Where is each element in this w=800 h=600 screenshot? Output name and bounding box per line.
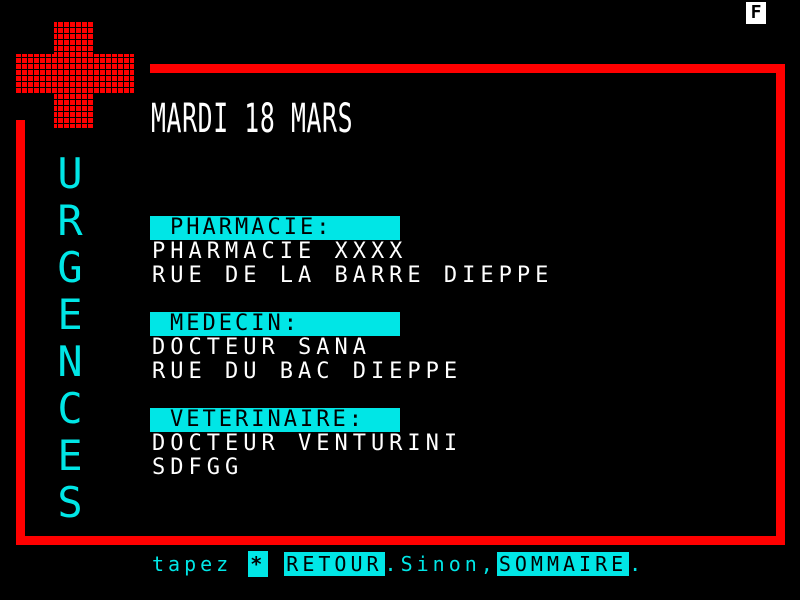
pharmacie-label: PHARMACIE: <box>150 216 400 240</box>
date-heading: MARDI 18 MARS <box>151 96 354 142</box>
veterinaire-label: VETERINAIRE: <box>150 408 400 432</box>
footer-middle: .Sinon, <box>384 552 497 576</box>
urgences-vertical-title: U R G E N C E S <box>52 150 88 526</box>
frame-right-border <box>776 64 785 545</box>
footer-suffix: . <box>629 552 646 576</box>
veterinaire-address: SDFGG <box>152 455 244 480</box>
star-key[interactable]: * <box>248 551 269 577</box>
title-letter: E <box>57 431 83 480</box>
medecin-name: DOCTEUR SANA <box>152 335 371 360</box>
title-letter: R <box>57 196 83 245</box>
minitel-screen: F U R G E N C E S MARDI 18 MARS PHARMACI… <box>0 0 800 600</box>
footer-instructions: tapez * RETOUR .Sinon, SOMMAIRE. <box>152 551 645 577</box>
title-letter: S <box>57 478 83 527</box>
medecin-address: RUE DU BAC DIEPPE <box>152 359 463 384</box>
frame-top-border <box>150 64 785 73</box>
title-letter: G <box>57 243 83 292</box>
pharmacie-label-text: PHARMACIE: <box>170 216 333 240</box>
medecin-label-text: MEDECIN: <box>170 312 300 336</box>
footer-prefix: tapez <box>152 552 249 576</box>
veterinaire-label-text: VETERINAIRE: <box>170 408 365 432</box>
retour-key[interactable]: RETOUR <box>284 552 385 576</box>
pharmacie-address: RUE DE LA BARRE DIEPPE <box>152 263 554 288</box>
sommaire-key[interactable]: SOMMAIRE <box>496 552 630 576</box>
veterinaire-name: DOCTEUR VENTURINI <box>152 431 463 456</box>
red-cross-icon <box>16 22 134 128</box>
title-letter: N <box>57 337 83 386</box>
medecin-label: MEDECIN: <box>150 312 400 336</box>
title-letter: C <box>57 384 83 433</box>
page-indicator: F <box>746 2 766 24</box>
frame-left-border <box>16 120 25 545</box>
title-letter: U <box>57 149 83 198</box>
title-letter: E <box>57 290 83 339</box>
pharmacie-name: PHARMACIE XXXX <box>152 239 408 264</box>
frame-bottom-border <box>16 536 785 545</box>
